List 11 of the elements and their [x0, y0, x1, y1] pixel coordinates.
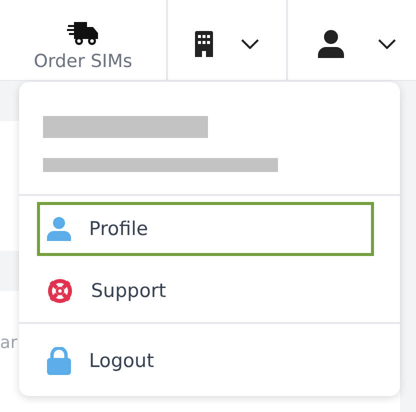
person-icon — [318, 30, 344, 58]
lock-icon — [47, 347, 71, 375]
caret-icon — [241, 39, 259, 49]
partial-text: ar — [0, 333, 18, 353]
person-icon — [47, 217, 71, 241]
caret-icon — [378, 39, 396, 49]
building-icon — [195, 31, 213, 57]
menu-item[interactable]: Logout — [19, 324, 400, 398]
lifebuoy-icon — [47, 278, 73, 304]
menu-item[interactable]: Support — [19, 264, 400, 318]
menu-item[interactable]: Profile — [37, 202, 374, 256]
